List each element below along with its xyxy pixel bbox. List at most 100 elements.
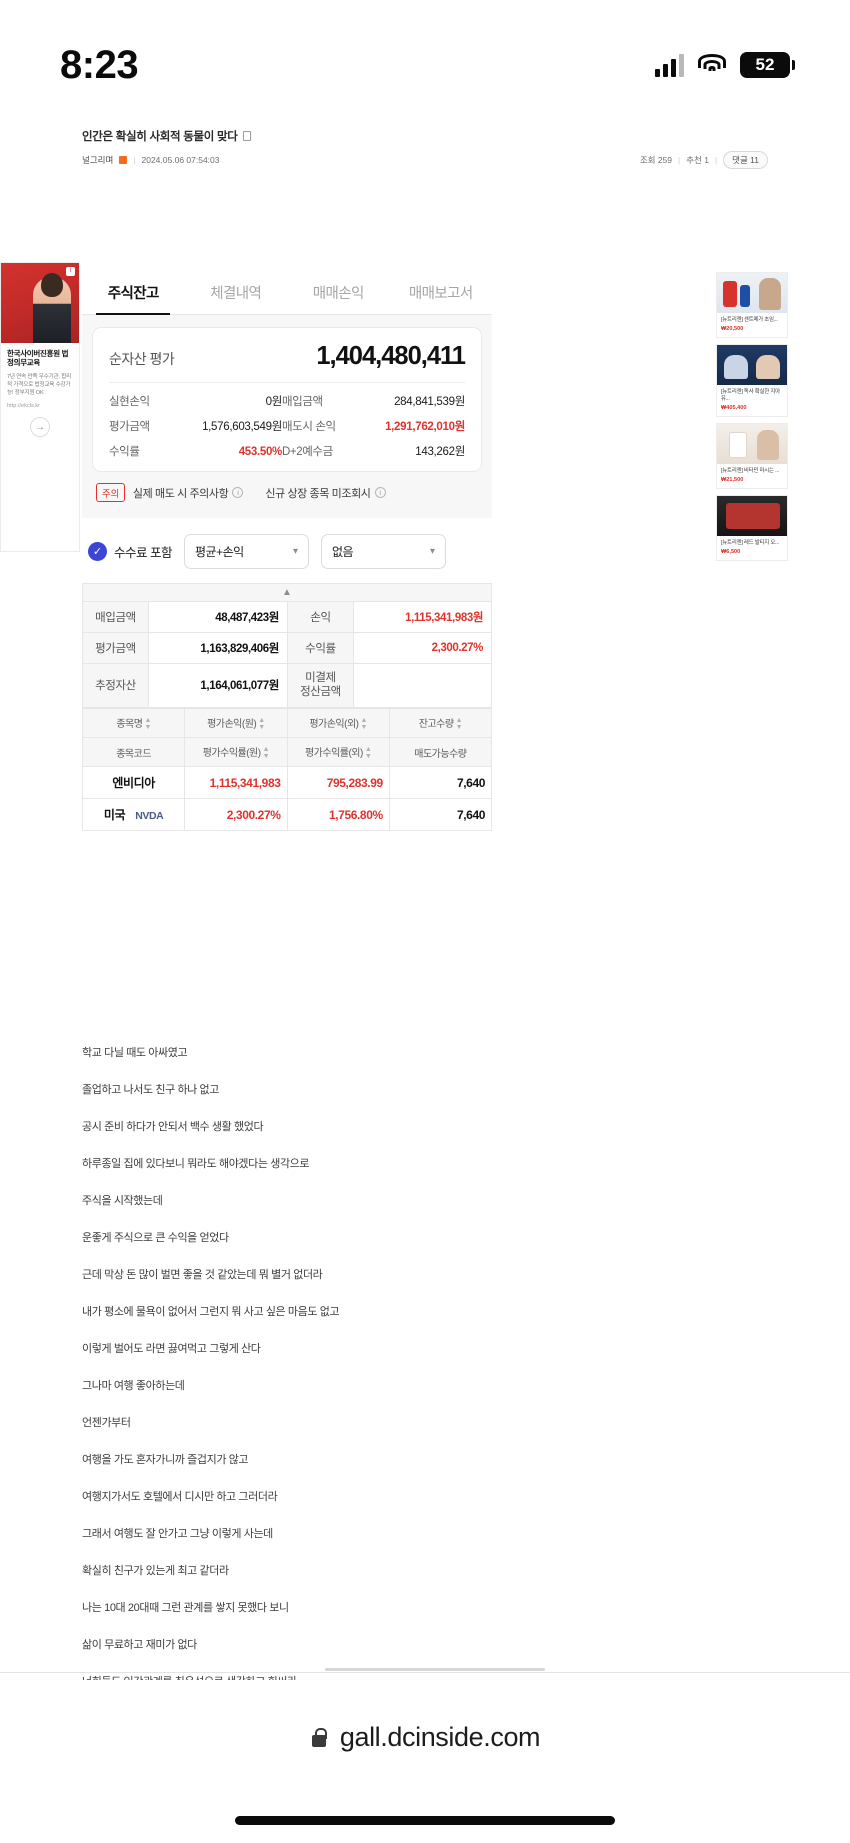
post-author-block: 널그리며 | 2024.05.06 07:54:03: [82, 154, 220, 166]
summary-label: 실현손익: [109, 396, 150, 408]
stat-value: 48,487,423원: [148, 601, 288, 633]
ad-card[interactable]: [뉴트리젠] 센트메가 초임... ₩20,500: [716, 272, 788, 339]
post-title: 인간은 확실히 사회적 동물이 맞다: [82, 128, 768, 144]
post-title-text: 인간은 확실히 사회적 동물이 맞다: [82, 131, 238, 143]
col-pl-fx[interactable]: 평가손익(외) ▲ ▼: [286, 707, 390, 739]
select-value: 없음: [331, 545, 354, 559]
scroll-indicator[interactable]: [325, 1668, 545, 1671]
net-asset-card: 순자산 평가 1,404,480,411 실현손익 0원 매입금액 284,84…: [92, 327, 482, 472]
right-ad-rail: [뉴트리젠] 센트메가 초임... ₩20,500 [뉴트리젠] 독사 확실한 …: [716, 272, 788, 562]
stock-rate-fx: 1,756.80%: [286, 798, 390, 832]
info-circle-icon[interactable]: i: [232, 487, 244, 498]
left-ad-banner[interactable]: i 한국사이버진흥원 법정의무교육 7년 연속 만족 우수기관, 합리적 가격으…: [0, 262, 80, 552]
col-stock-name[interactable]: 종목명 ▲ ▼: [81, 707, 186, 739]
ad-card[interactable]: [뉴트리젠] 독사 확실한 지아유... ₩405,400: [716, 344, 788, 418]
summary-section: 순자산 평가 1,404,480,411 실현손익 0원 매입금액 284,84…: [82, 315, 492, 518]
notice-text-2[interactable]: 신규 상장 종목 미조회시 i: [265, 485, 386, 501]
post-paragraph: 공시 준비 하다가 안되서 백수 생활 했었다: [82, 1121, 264, 1133]
post-date: 2024.05.06 07:54:03: [141, 155, 220, 165]
table-header-row: 종목코드 평가수익률(원) ▲ ▼ 평가수익률(외) ▲ ▼ 매도가능수량: [81, 737, 493, 768]
select-average-profit[interactable]: 평균+손익 ▾: [183, 534, 309, 569]
sort-arrows-icon: ▲ ▼: [144, 717, 151, 732]
ad-info-badge[interactable]: i: [66, 267, 75, 276]
post-paragraph: 여행지가서도 호텔에서 디시만 하고 그러더라: [82, 1491, 278, 1503]
col-rate-krw[interactable]: 평가수익률(원) ▲ ▼: [184, 737, 288, 768]
post-paragraph: 졸업하고 나서도 친구 하나 없고: [82, 1084, 219, 1096]
status-indicators: 52: [655, 52, 795, 78]
ad-price: ₩21,500: [721, 477, 744, 484]
post-paragraph: 나는 10대 20대때 그런 관계를 쌓지 못했다 보니: [82, 1602, 289, 1614]
col-pl-krw[interactable]: 평가손익(원) ▲ ▼: [184, 707, 288, 739]
post-paragraph: 학교 다닐 때도 아싸였고: [82, 1047, 188, 1059]
lock-icon: [310, 1727, 328, 1749]
col-label: 잔고수량: [418, 718, 454, 730]
net-asset-value: 1,404,480,411: [316, 342, 466, 370]
col-label: 평가손익(외): [309, 718, 359, 730]
post-paragraph: 언젠가부터: [82, 1417, 131, 1429]
post-paragraph: 여행을 가도 혼자가니까 즐겁지가 않고: [82, 1454, 249, 1466]
chevron-up-icon: ▲: [282, 587, 292, 598]
net-asset-label: 순자산 평가: [109, 351, 175, 367]
stock-balance-panel: 주식잔고 체결내역 매매손익 매매보고서 순자산 평가 1,404,480,41…: [81, 270, 493, 832]
tab-execution-history[interactable]: 체결내역: [185, 270, 288, 314]
url-text: gall.dcinside.com: [339, 1722, 541, 1752]
info-circle-icon[interactable]: i: [374, 487, 386, 498]
left-ad-url[interactable]: http://ekcls.kr: [7, 403, 73, 409]
comment-count-pill[interactable]: 댓글 11: [723, 151, 768, 169]
arrow-right-icon[interactable]: →: [30, 417, 50, 438]
post-stats: 조회 259 | 추천 1 | 댓글 11: [640, 151, 768, 169]
table-row: 평가금액 1,163,829,406원 수익률 2,300.27%: [82, 632, 493, 664]
sort-arrows-icon: ▲ ▼: [360, 717, 367, 732]
table-row[interactable]: 미국 NVDA 2,300.27% 1,756.80% 7,640: [81, 798, 493, 832]
warning-badge: 주의: [96, 483, 125, 502]
col-quantity[interactable]: 잔고수량 ▲ ▼: [388, 707, 493, 739]
summary-value: 1,291,762,010원: [385, 421, 465, 433]
battery-icon: 52: [740, 52, 795, 78]
browser-url-bar[interactable]: gall.dcinside.com: [0, 1690, 850, 1785]
page-divider: [0, 1672, 850, 1673]
summary-value: 1,576,603,549원: [202, 421, 282, 433]
notice-label-1: 실제 매도 시 주의사항: [132, 487, 229, 500]
post-author[interactable]: 널그리며: [82, 154, 113, 166]
ad-title: [뉴트리젠] 독사 확실한 지아유...: [721, 389, 780, 403]
status-time: 8:23: [60, 42, 139, 87]
view-count: 조회 259: [639, 155, 672, 165]
stock-pl-fx: 795,283.99: [286, 766, 390, 800]
recommend-count: 추천 1: [686, 155, 709, 165]
fixed-nickname-icon: [119, 156, 128, 164]
fee-included-checkbox[interactable]: ✓ 수수료 포함: [88, 542, 172, 561]
summary-label: 수익률: [109, 446, 140, 458]
sort-arrows-icon: ▲ ▼: [258, 717, 265, 732]
col-stock-code[interactable]: 종목코드: [81, 737, 186, 768]
wifi-icon: [698, 54, 726, 76]
ad-card[interactable]: [뉴트리젠] 비타민 마시는 ... ₩21,500: [716, 423, 788, 490]
tab-stock-balance[interactable]: 주식잔고: [82, 270, 185, 315]
stock-country: 미국: [103, 808, 126, 823]
post-header: 인간은 확실히 사회적 동물이 맞다 널그리며 | 2024.05.06 07:…: [0, 110, 850, 169]
post-paragraph: 그나마 여행 좋아하는데: [82, 1380, 185, 1392]
stock-rate-krw: 2,300.27%: [184, 798, 288, 832]
ad-meta: [뉴트리젠] 독사 확실한 지아유... ₩405,400: [717, 385, 787, 416]
col-sellable[interactable]: 매도가능수량: [388, 737, 493, 768]
select-none[interactable]: 없음 ▾: [320, 534, 446, 569]
collapse-toggle[interactable]: ▲: [82, 583, 492, 601]
ad-card[interactable]: [뉴트리젠] 레드 발티지 오... ₩6,500: [716, 495, 788, 562]
left-ad-description: 7년 연속 만족 우수기관, 합리적 가격으로 법정교육 수강가능! 정부지원 …: [7, 373, 72, 396]
summary-value: 453.50%: [238, 446, 283, 458]
stock-pl-krw: 1,115,341,983: [184, 766, 288, 800]
stat-label: 손익: [286, 601, 354, 633]
tab-trade-profit[interactable]: 매매손익: [287, 270, 390, 314]
summary-value: 143,262원: [415, 446, 465, 458]
tab-trade-report[interactable]: 매매보고서: [390, 270, 493, 314]
home-indicator[interactable]: [235, 1816, 615, 1825]
col-label: 종목코드: [116, 748, 152, 760]
ad-meta: [뉴트리젠] 레드 발티지 오... ₩6,500: [717, 536, 787, 560]
ad-thumbnail: [717, 424, 787, 465]
table-row[interactable]: 엔비디아 1,115,341,983 795,283.99 7,640: [81, 766, 493, 800]
notice-text-1[interactable]: 실제 매도 시 주의사항 i: [132, 485, 244, 501]
stock-code-cell: 미국 NVDA: [81, 798, 186, 832]
col-rate-fx[interactable]: 평가수익률(외) ▲ ▼: [286, 737, 390, 768]
post-paragraph: 운좋게 주식으로 큰 수익을 얻었다: [82, 1232, 229, 1244]
image-attachment-icon: [242, 131, 251, 141]
ad-thumbnail: [717, 496, 787, 537]
